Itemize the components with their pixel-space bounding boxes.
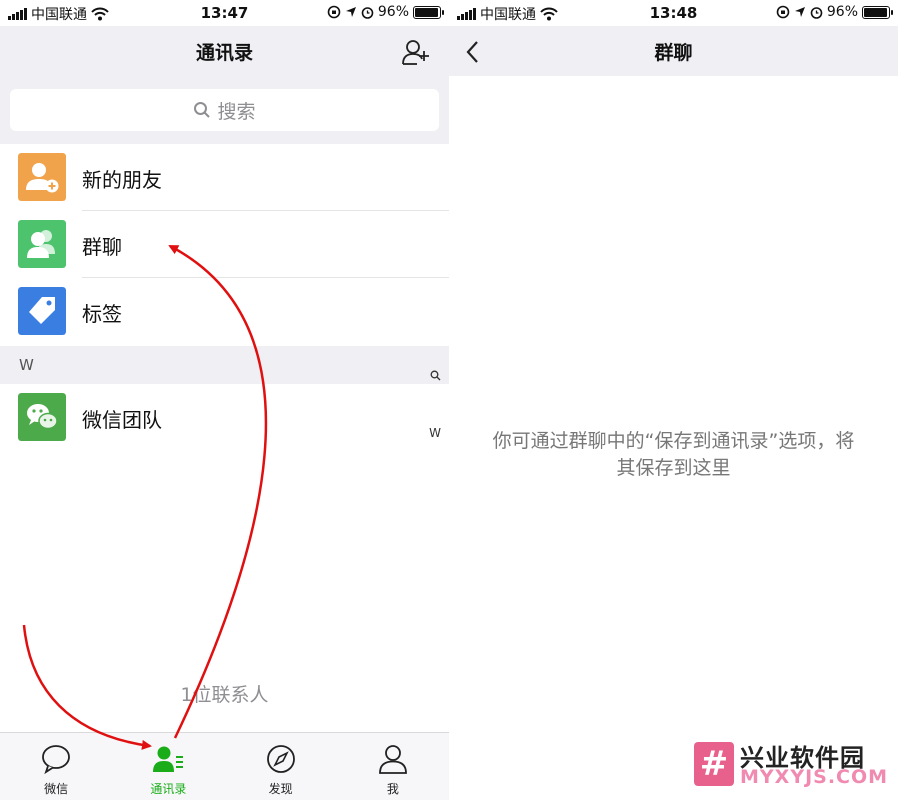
section-letter: W [19, 356, 34, 374]
alarm-icon [810, 6, 823, 19]
battery-percent: 96% [377, 4, 409, 20]
status-bar: 中国联通 13:47 96% [0, 0, 449, 26]
tab-label: 发现 [268, 782, 293, 796]
compass-icon [266, 745, 295, 773]
location-icon [794, 7, 805, 17]
wechat-team-icon [18, 393, 66, 441]
group-chat-icon [18, 220, 66, 268]
battery-icon [413, 5, 444, 19]
search-input[interactable]: 搜索 [10, 89, 439, 131]
list-item-group-chat[interactable]: 群聊 [0, 211, 449, 278]
watermark-logo-mark: # [694, 742, 734, 786]
rotation-lock-icon [327, 5, 341, 19]
index-letter-w[interactable]: W [429, 426, 441, 440]
contacts-screen: 中国联通 13:47 96% 通讯录 搜索 新的朋友 群聊 标签 W 微信团队 … [0, 0, 449, 800]
page-title: 群聊 [654, 42, 693, 64]
alarm-icon [361, 6, 374, 19]
empty-message-line-2: 其保存到这里 [616, 457, 731, 479]
add-contact-icon[interactable] [401, 38, 431, 66]
tab-discover[interactable]: 发现 [225, 733, 337, 800]
tab-label: 通讯录 [150, 782, 187, 796]
new-friend-icon [18, 153, 66, 201]
contacts-icon [153, 746, 184, 772]
status-right: 96% [776, 4, 893, 20]
index-search-icon[interactable] [430, 370, 441, 381]
list-item-tags[interactable]: 标签 [0, 278, 449, 345]
tab-label: 我 [386, 782, 399, 796]
tab-bar: 微信 通讯录 发现 我 [0, 732, 449, 800]
location-icon [345, 7, 356, 17]
tab-label: 微信 [44, 782, 69, 796]
list-item-label: 标签 [82, 302, 122, 326]
list-item-label: 微信团队 [82, 408, 162, 432]
list-item-new-friends[interactable]: 新的朋友 [0, 144, 449, 211]
rotation-lock-icon [776, 5, 790, 19]
page-title: 通讯录 [195, 42, 253, 64]
person-icon [378, 745, 407, 774]
list-item-wechat-team[interactable]: 微信团队 [0, 384, 449, 451]
nav-bar: 群聊 [449, 26, 898, 76]
section-header-w: W [0, 346, 449, 384]
watermark-logo: # 兴业软件园 MYXYJS.COM [694, 738, 894, 790]
search-area: 搜索 [0, 76, 449, 144]
nav-bar: 通讯录 [0, 26, 449, 76]
tab-contacts[interactable]: 通讯录 [112, 733, 224, 800]
battery-percent: 96% [826, 4, 858, 20]
status-right: 96% [327, 4, 444, 20]
empty-state-message: 你可通过群聊中的“保存到通讯录”选项，将 其保存到这里 [469, 428, 878, 482]
group-chat-screen: 中国联通 13:48 96% 群聊 你可通过群聊中的“保存到通讯录”选项，将 其… [449, 0, 898, 800]
watermark-subtitle: MYXYJS.COM [740, 766, 889, 788]
contact-count: 1位联系人 [180, 684, 269, 706]
search-placeholder: 搜索 [217, 100, 256, 123]
tab-chats[interactable]: 微信 [0, 733, 112, 800]
tab-me[interactable]: 我 [337, 733, 449, 800]
empty-message-line-1: 你可通过群聊中的“保存到通讯录”选项，将 [492, 430, 855, 452]
list-item-label: 新的朋友 [82, 168, 162, 192]
battery-icon [862, 5, 893, 19]
search-icon [194, 102, 211, 118]
chat-bubble-icon [42, 745, 71, 775]
list-item-label: 群聊 [82, 235, 122, 259]
status-bar: 中国联通 13:48 96% [449, 0, 898, 26]
tag-icon [18, 287, 66, 335]
